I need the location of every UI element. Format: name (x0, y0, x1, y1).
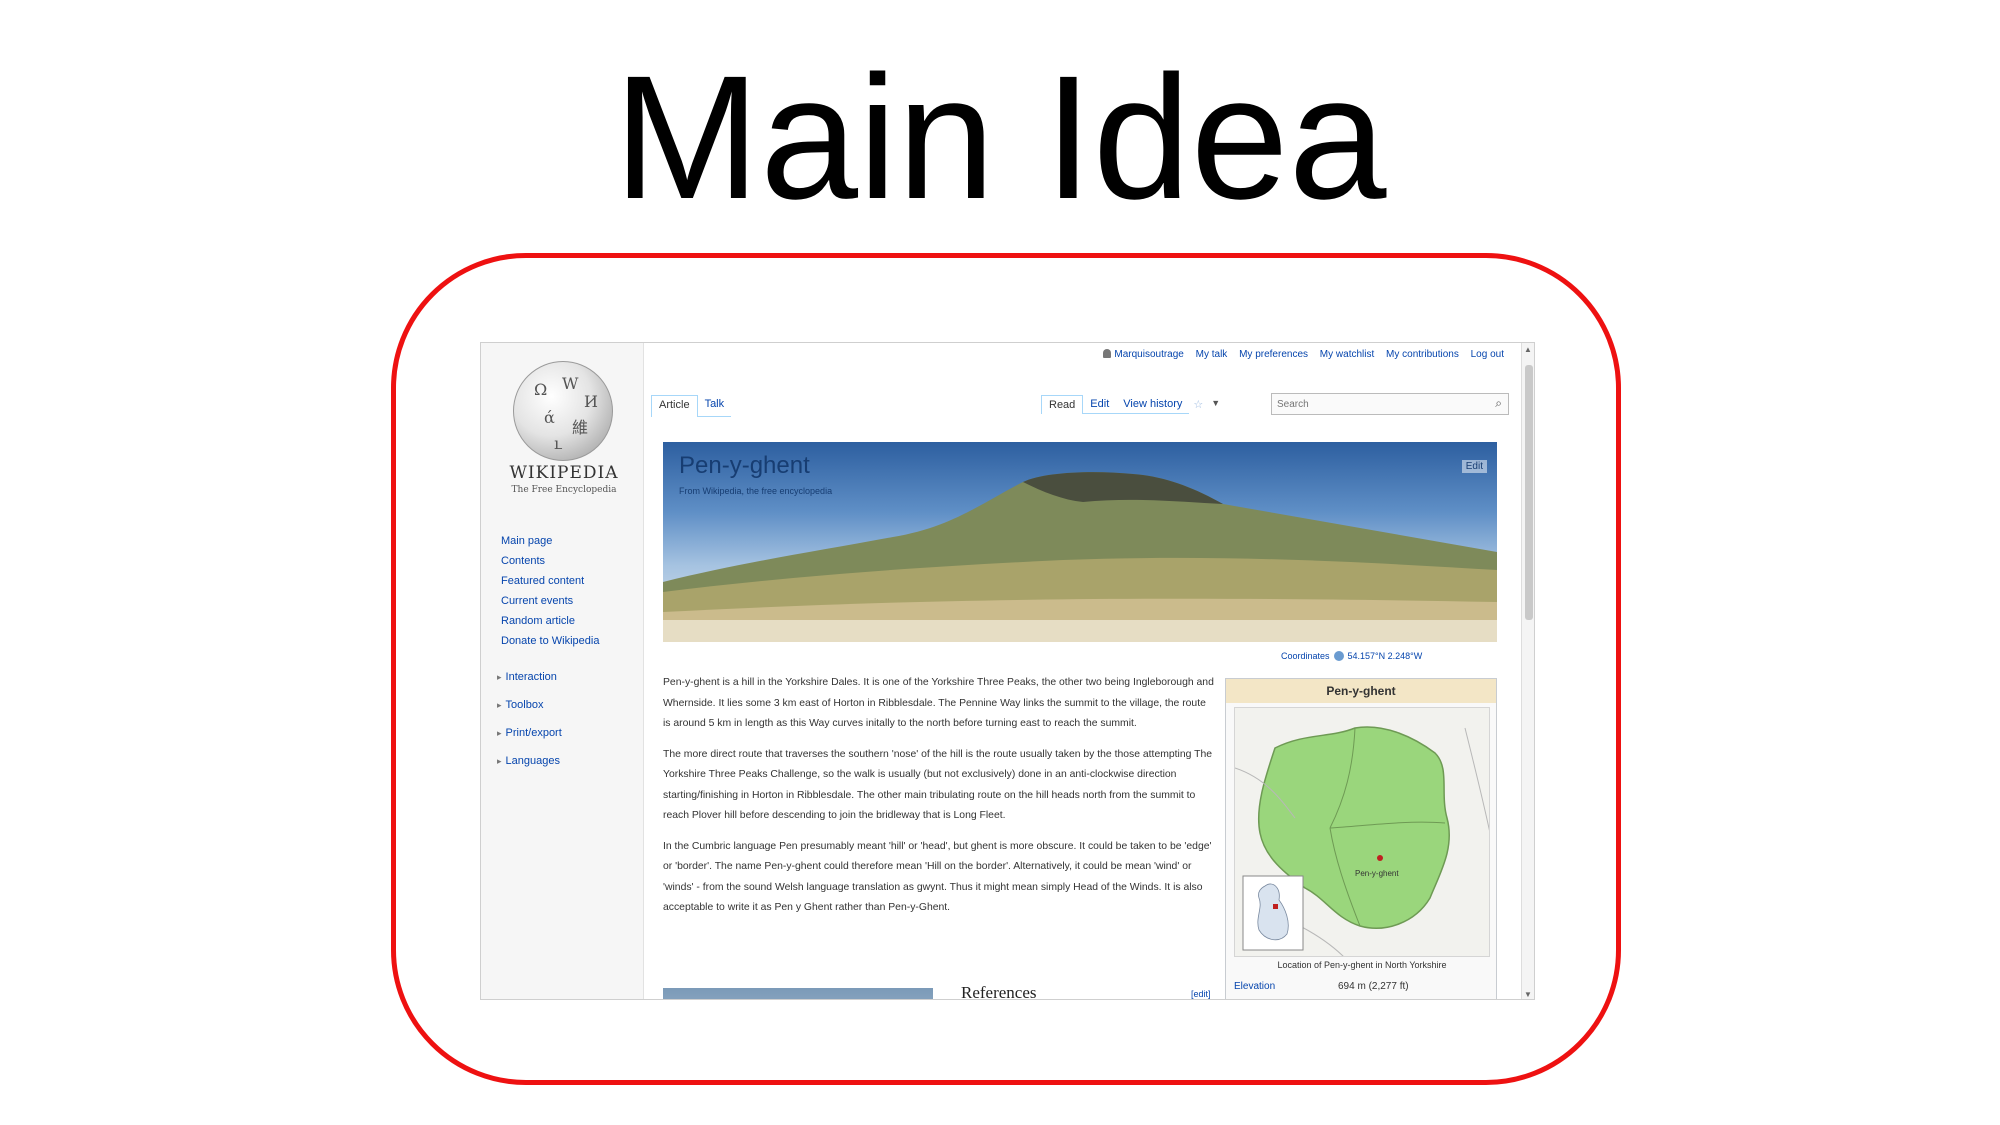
search-icon[interactable]: ⌕ (1495, 396, 1502, 411)
sidebar-item-featured-content[interactable]: Featured content (501, 571, 599, 591)
watch-star-icon[interactable]: ☆ (1189, 395, 1207, 414)
portlet-interaction[interactable]: ▸ Interaction (497, 663, 562, 691)
portlet-print-export[interactable]: ▸ Print/export (497, 719, 562, 747)
page-title: Pen-y-ghent (679, 452, 810, 479)
tab-edit[interactable]: Edit (1083, 395, 1117, 414)
portlet-label: Toolbox (505, 699, 544, 711)
scroll-up-icon[interactable]: ▲ (1524, 345, 1532, 354)
globe-icon[interactable] (1333, 651, 1344, 661)
section-edit-link[interactable]: [edit] (1191, 989, 1211, 999)
triangle-right-icon: ▸ (497, 756, 502, 766)
banner-edit-button[interactable]: Edit (1461, 460, 1487, 473)
sidebar-item-donate[interactable]: Donate to Wikipedia (501, 631, 599, 651)
location-marker-icon (1377, 855, 1383, 861)
tab-talk[interactable]: Talk (697, 395, 732, 417)
coordinates: Coordinates 54.157°N 2.248°W (1281, 651, 1422, 661)
portlet-label: Interaction (505, 671, 557, 683)
personal-tools: Marquisoutrage My talk My preferences My… (1094, 349, 1504, 360)
portlet-label: Languages (505, 755, 560, 767)
article-paragraph: The more direct route that traverses the… (663, 748, 1213, 822)
search-box: ⌕ (1271, 393, 1509, 415)
article-banner: Pen-y-ghent From Wikipedia, the free enc… (663, 442, 1497, 642)
article-paragraph: In the Cumbric language Pen presumably m… (663, 840, 1212, 914)
wikipedia-wordmark: WIKIPEDIA (509, 463, 619, 483)
coordinates-value[interactable]: 54.157°N 2.248°W (1348, 651, 1423, 661)
infobox-caption: Location of Pen-y-ghent in North Yorkshi… (1277, 960, 1447, 970)
scrollbar[interactable]: ▲ ▼ (1521, 343, 1534, 999)
personal-my-contributions[interactable]: My contributions (1386, 349, 1459, 360)
portlet-label: Print/export (505, 727, 562, 739)
chevron-down-icon[interactable]: ▼ (1207, 395, 1224, 414)
browser-screenshot: Ω W И ά 維 ւ WIKIPEDIA The Free Encyclope… (480, 342, 1535, 1000)
search-input[interactable] (1272, 394, 1482, 414)
personal-my-watchlist[interactable]: My watchlist (1320, 349, 1374, 360)
sidebar-item-contents[interactable]: Contents (501, 551, 599, 571)
infobox-title: Pen-y-ghent (1226, 679, 1496, 703)
personal-my-preferences[interactable]: My preferences (1239, 349, 1308, 360)
tab-view-history[interactable]: View history (1116, 395, 1190, 414)
article-paragraph: Pen-y-ghent is a hill in the Yorkshire D… (663, 677, 1214, 729)
sidebar-item-main-page[interactable]: Main page (501, 531, 599, 551)
portlet-toolbox[interactable]: ▸ Toolbox (497, 691, 562, 719)
triangle-right-icon: ▸ (497, 728, 502, 738)
personal-username[interactable]: Marquisoutrage (1114, 349, 1183, 360)
triangle-right-icon: ▸ (497, 700, 502, 710)
triangle-right-icon: ▸ (497, 672, 502, 682)
map-label: Pen-y-ghent (1355, 869, 1399, 878)
sidebar-portlets: ▸ Interaction ▸ Toolbox ▸ Print/export ▸ Lan… (497, 663, 562, 775)
article-body: Pen-y-ghent is a hill in the Yorkshire D… (663, 673, 1215, 929)
location-map-graphic: Pen-y-ghent (1235, 726, 1489, 956)
personal-log-out[interactable]: Log out (1471, 349, 1504, 360)
sidebar-item-current-events[interactable]: Current events (501, 591, 599, 611)
page-subtitle: From Wikipedia, the free encyclopedia (679, 486, 833, 496)
user-icon (1103, 349, 1112, 358)
tab-article[interactable]: Article (651, 395, 698, 417)
references-heading: References (961, 983, 1037, 1000)
tab-read[interactable]: Read (1041, 395, 1084, 414)
location-map[interactable]: Pen-y-ghent (1234, 707, 1490, 957)
view-tabs: Read Edit View history ☆ ▼ (1041, 395, 1224, 414)
sidebar: Ω W И ά 維 ւ WIKIPEDIA The Free Encyclope… (481, 343, 644, 999)
sidebar-item-random-article[interactable]: Random article (501, 611, 599, 631)
slide-title: Main Idea (613, 40, 1387, 236)
wikipedia-globe-logo[interactable]: Ω W И ά 維 ւ (513, 361, 613, 461)
scrollbar-thumb[interactable] (1525, 365, 1533, 620)
infobox: Pen-y-ghent Pen-y-ghent Location of Pen-… (1225, 678, 1497, 999)
infobox-row: Elevation 694 m (2,277 ft) (1234, 981, 1494, 992)
infobox-row-value: 694 m (2,277 ft) (1338, 981, 1409, 992)
scroll-down-icon[interactable]: ▼ (1524, 990, 1532, 999)
sidebar-nav: Main page Contents Featured content Curr… (501, 531, 599, 651)
coordinates-label[interactable]: Coordinates (1281, 651, 1330, 661)
infobox-row-key[interactable]: Elevation (1234, 981, 1275, 992)
portlet-languages[interactable]: ▸ Languages (497, 747, 562, 775)
namespace-tabs: Article Talk (651, 395, 732, 417)
article-thumbnail-image[interactable] (663, 988, 933, 999)
personal-my-talk[interactable]: My talk (1196, 349, 1228, 360)
wikipedia-tagline: The Free Encyclopedia (511, 485, 617, 495)
